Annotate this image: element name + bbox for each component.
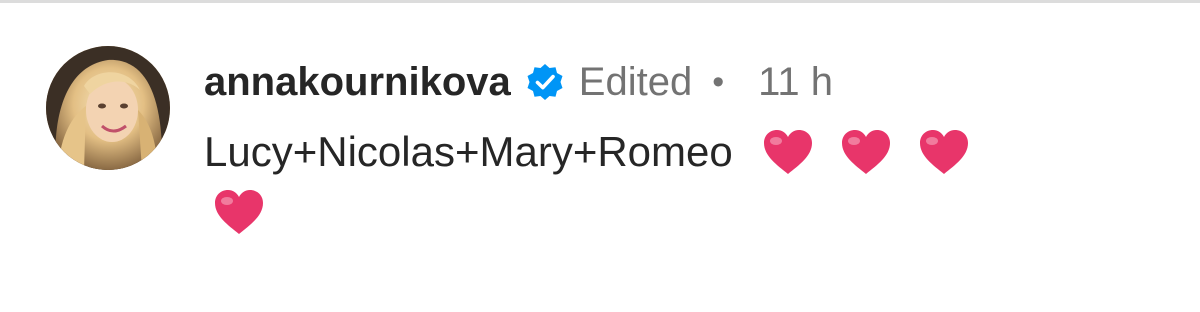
top-divider (0, 0, 1200, 3)
verified-badge-icon (525, 62, 565, 102)
separator-dot: • (712, 62, 725, 101)
red-heart-icon (917, 127, 971, 177)
avatar[interactable] (46, 46, 170, 170)
caption-names: Lucy+Nicolas+Mary+Romeo (204, 128, 733, 175)
username-link[interactable]: annakournikova (204, 60, 511, 105)
red-heart-icon (839, 127, 893, 177)
avatar-image (46, 46, 170, 170)
post-header: annakournikova Edited • 11 h (204, 50, 1166, 114)
caption-text: Lucy+Nicolas+Mary+Romeo (204, 122, 1134, 242)
red-heart-icon (212, 187, 266, 237)
post-caption: annakournikova Edited • 11 h Lucy+Nicola… (46, 46, 1166, 276)
timestamp-link[interactable]: 11 h (758, 60, 833, 105)
edited-label: Edited (578, 59, 693, 104)
red-heart-icon (761, 127, 815, 177)
